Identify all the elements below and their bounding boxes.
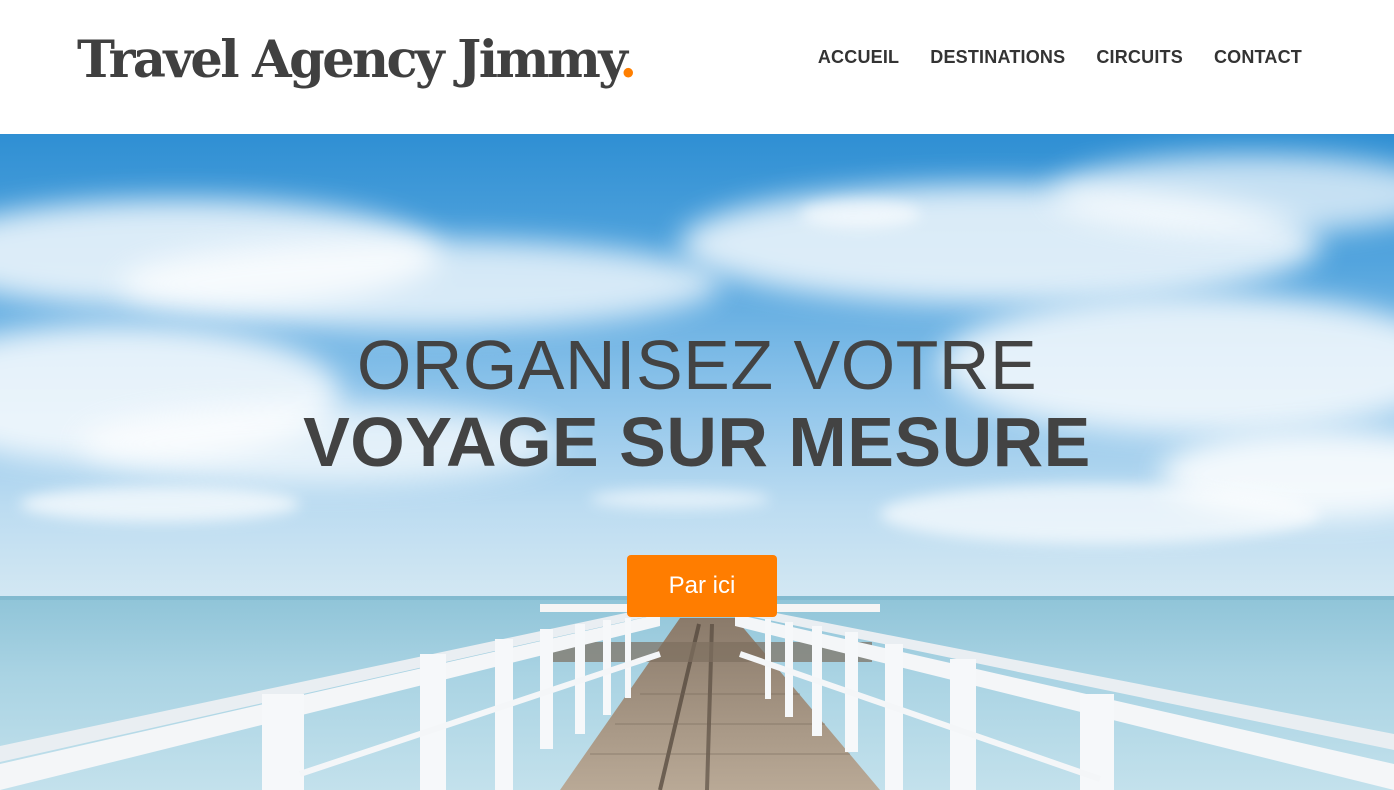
site-header: Travel Agency Jimmy. ACCUEIL DESTINATION…: [0, 0, 1394, 134]
hero-title-line2: VOYAGE SUR MESURE: [303, 403, 1091, 481]
hero-title-line1: ORGANISEZ VOTRE: [356, 326, 1038, 404]
hero-section: ORGANISEZ VOTRE VOYAGE SUR MESURE Par ic…: [0, 134, 1394, 790]
nav-link-destinations[interactable]: DESTINATIONS: [930, 46, 1065, 68]
nav-link-contact[interactable]: CONTACT: [1214, 46, 1302, 68]
nav-link-circuits[interactable]: CIRCUITS: [1096, 46, 1183, 68]
main-nav: ACCUEIL DESTINATIONS CIRCUITS CONTACT: [818, 46, 1302, 68]
pier: [0, 604, 1394, 790]
nav-link-accueil[interactable]: ACCUEIL: [818, 46, 899, 68]
logo-dot: .: [619, 30, 637, 90]
cta-button[interactable]: Par ici: [627, 555, 777, 617]
site-logo[interactable]: Travel Agency Jimmy.: [77, 28, 637, 92]
logo-text: Travel Agency Jimmy: [77, 30, 622, 90]
